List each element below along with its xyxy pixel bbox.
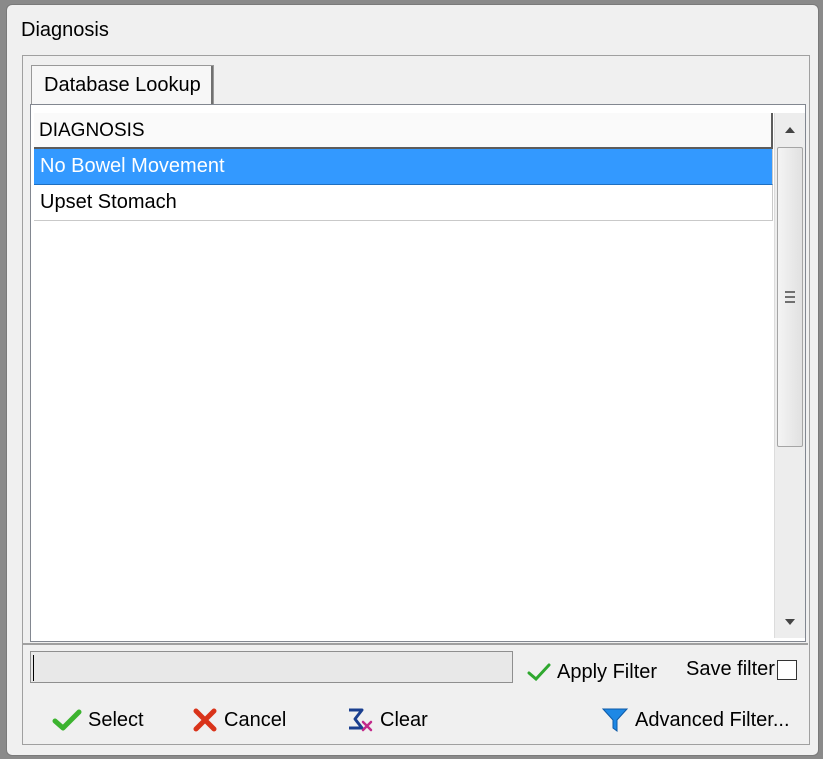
clear-button[interactable]: Clear — [346, 704, 428, 736]
window-title: Diagnosis — [21, 19, 109, 41]
table-row[interactable]: No Bowel Movement — [34, 149, 773, 185]
grip-icon — [785, 291, 795, 303]
cancel-button[interactable]: Cancel — [192, 704, 286, 736]
vertical-scrollbar[interactable] — [774, 113, 805, 638]
sigma-clear-icon — [349, 708, 373, 732]
save-filter-toggle[interactable]: Save filter — [686, 658, 797, 681]
advanced-filter-label: Advanced Filter... — [635, 708, 790, 731]
cancel-x-icon — [193, 708, 217, 732]
scroll-down-icon[interactable] — [775, 607, 805, 637]
save-filter-checkbox[interactable] — [776, 659, 797, 680]
diagnosis-grid[interactable]: DIAGNOSIS No Bowel Movement Upset Stomac… — [30, 104, 806, 642]
column-header-diagnosis[interactable]: DIAGNOSIS — [34, 113, 773, 149]
funnel-icon — [601, 708, 629, 732]
select-button[interactable]: Select — [52, 704, 144, 736]
scroll-thumb[interactable] — [777, 147, 803, 447]
advanced-filter-button[interactable]: Advanced Filter... — [601, 704, 790, 736]
filter-input[interactable] — [30, 651, 513, 683]
divider — [23, 643, 808, 645]
apply-filter-label: Apply Filter — [557, 660, 658, 683]
apply-filter-button[interactable]: Apply Filter — [527, 657, 657, 687]
clear-label: Clear — [380, 708, 428, 731]
cancel-label: Cancel — [224, 708, 287, 731]
checkmark-icon — [527, 663, 551, 681]
scroll-up-icon[interactable] — [775, 115, 805, 145]
select-label: Select — [88, 708, 144, 731]
checkmark-icon — [52, 709, 82, 731]
table-row[interactable]: Upset Stomach — [34, 185, 773, 221]
save-filter-label: Save filter — [686, 658, 775, 680]
tab-database-lookup[interactable]: Database Lookup — [31, 65, 214, 105]
